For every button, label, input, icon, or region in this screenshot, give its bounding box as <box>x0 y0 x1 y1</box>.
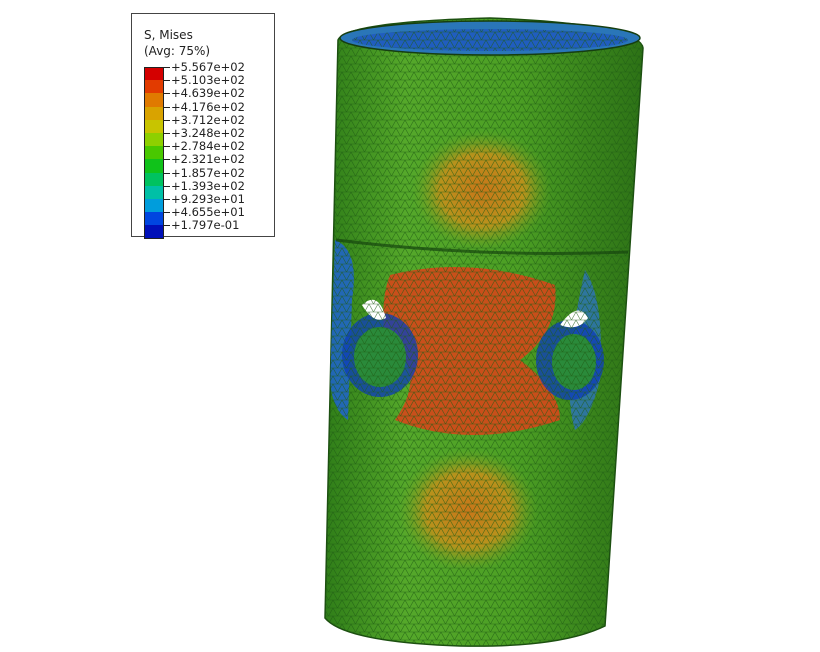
legend-tick <box>164 199 170 200</box>
legend-level-label: +4.176e+02 <box>171 99 245 114</box>
legend-swatch <box>144 93 164 107</box>
legend-swatch <box>144 106 164 120</box>
legend-swatch <box>144 212 164 226</box>
legend-swatch <box>144 159 164 173</box>
legend-level-label: +5.567e+02 <box>171 60 245 75</box>
legend-level-label: +9.293e+01 <box>171 192 245 207</box>
legend-level-label: +4.639e+02 <box>171 86 245 101</box>
legend-tick <box>164 159 170 161</box>
legend-swatch <box>144 80 164 94</box>
legend-tick <box>164 133 170 134</box>
legend-tick <box>164 93 170 95</box>
legend-swatch <box>144 225 164 239</box>
legend-tick <box>164 119 170 121</box>
cylinder-body <box>324 17 644 647</box>
legend-tick <box>164 185 170 187</box>
legend-title: S, Mises <box>144 28 193 42</box>
legend-tick <box>164 212 170 214</box>
legend-level-label: +5.103e+02 <box>171 73 245 88</box>
legend-level-label: +2.321e+02 <box>171 152 245 167</box>
fea-cylinder-render <box>324 17 644 647</box>
legend-tick <box>164 67 170 68</box>
legend-swatch <box>144 146 164 160</box>
legend-swatch <box>144 67 164 81</box>
legend-tick <box>164 146 170 148</box>
legend-swatch <box>144 172 164 186</box>
legend-level-label: +1.857e+02 <box>171 165 245 180</box>
legend-tick <box>164 172 170 174</box>
stress-legend: S, Mises (Avg: 75%) +5.567e+02 +5.103e+02… <box>131 13 275 239</box>
legend-tick <box>164 106 170 108</box>
legend-level-label: +1.393e+02 <box>171 178 245 193</box>
legend-swatch <box>144 133 164 147</box>
legend-subtitle: (Avg: 75%) <box>144 44 211 58</box>
legend-level-label: +4.655e+01 <box>171 205 245 220</box>
legend-level-12: +1.797e-01 <box>144 218 270 239</box>
legend-tick <box>164 80 170 82</box>
legend-swatch <box>144 119 164 133</box>
legend-level-label: +3.712e+02 <box>171 112 245 127</box>
legend-level-label: +2.784e+02 <box>171 139 245 154</box>
legend-level-label: +3.248e+02 <box>171 126 245 141</box>
legend-level-label: +1.797e-01 <box>171 218 240 233</box>
legend-swatch <box>144 199 164 213</box>
legend-swatch <box>144 185 164 199</box>
legend-tick <box>164 225 170 227</box>
